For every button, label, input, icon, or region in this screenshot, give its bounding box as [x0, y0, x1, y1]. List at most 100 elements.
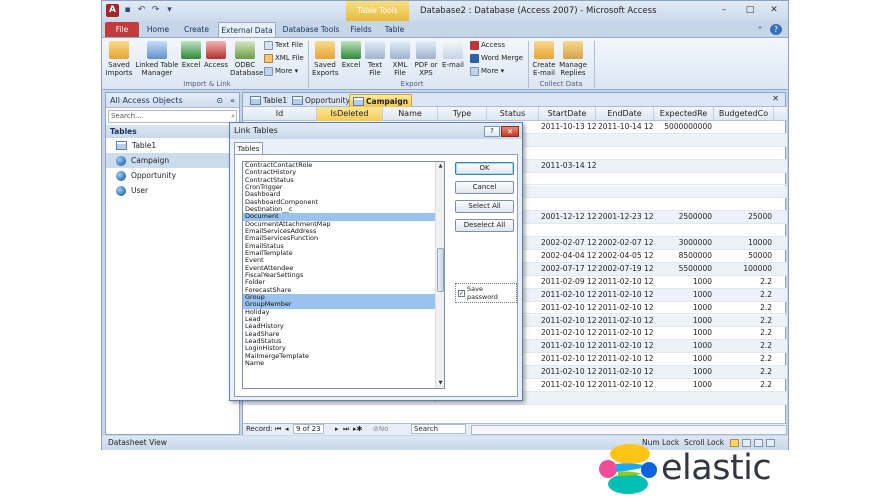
table-cell[interactable]: 10000	[714, 237, 774, 249]
list-scrollbar[interactable]: ▲ ▼	[435, 162, 444, 388]
export-excel-button[interactable]: Excel	[340, 41, 362, 69]
table-cell[interactable]: 2011-02-10 12:0	[596, 379, 654, 391]
table-cell[interactable]: 2500000	[654, 211, 714, 223]
search-icon[interactable]: ⌕	[231, 111, 235, 122]
table-cell[interactable]	[714, 198, 774, 210]
save-password-checkbox[interactable]: ✓ Save password	[455, 283, 517, 303]
nav-item-user[interactable]: User	[106, 183, 239, 198]
saved-imports-button[interactable]: Saved Imports	[105, 41, 133, 77]
column-header[interactable]: Type	[438, 107, 487, 121]
tab-fields[interactable]: Fields	[348, 22, 374, 37]
nav-item-table1[interactable]: Table1	[106, 138, 239, 153]
table-cell[interactable]	[596, 173, 654, 185]
list-item[interactable]: FiscalYearSettings	[243, 271, 435, 279]
list-item[interactable]: GroupMember	[243, 300, 435, 309]
table-cell[interactable]: 5500000	[654, 263, 714, 275]
close-doc-icon[interactable]: ✕	[772, 94, 779, 103]
linked-table-manager-button[interactable]: Linked Table Manager	[135, 41, 179, 77]
import-access-button[interactable]: Access	[204, 41, 228, 69]
table-cell[interactable]	[596, 198, 654, 210]
export-email-button[interactable]: E-mail	[441, 41, 465, 69]
table-cell[interactable]	[654, 160, 714, 172]
table-cell[interactable]: 2011-10-13 12:0	[539, 121, 596, 133]
table-cell[interactable]	[539, 173, 596, 185]
table-cell[interactable]	[714, 392, 774, 404]
table-cell[interactable]: 1000	[654, 379, 714, 391]
import-text-file-button[interactable]: Text File	[264, 41, 303, 50]
tab-file[interactable]: File	[105, 22, 139, 37]
table-cell[interactable]: 2011-02-10 12:0	[539, 340, 596, 352]
dialog-help-button[interactable]: ?	[484, 126, 500, 137]
table-cell[interactable]: 2011-02-10 12:0	[596, 289, 654, 301]
next-record-icon[interactable]: ▸	[335, 424, 339, 435]
table-cell[interactable]	[714, 121, 774, 133]
scroll-thumb[interactable]	[437, 248, 444, 292]
save-icon[interactable]: ▪	[122, 5, 133, 16]
table-cell[interactable]	[714, 224, 774, 236]
deselect-all-button[interactable]: Deselect All	[455, 219, 514, 232]
last-record-icon[interactable]: ⏭	[343, 424, 349, 435]
table-cell[interactable]: 2.2	[714, 289, 774, 301]
tables-listbox[interactable]: ContractContactRole ContractHistory Contra…	[242, 161, 445, 389]
table-cell[interactable]: 2.2	[714, 276, 774, 288]
table-cell[interactable]	[539, 134, 596, 146]
table-cell[interactable]: 2011-02-10 12:0	[539, 315, 596, 327]
list-item[interactable]: Holiday	[243, 308, 435, 316]
minimize-button[interactable]: –	[716, 4, 732, 16]
table-cell[interactable]: 2011-10-14 12:0	[596, 121, 654, 133]
table-cell[interactable]: 2002-04-05 12:0	[596, 250, 654, 262]
scroll-down-icon[interactable]: ▼	[436, 379, 444, 388]
import-more-button[interactable]: More ▾	[264, 67, 298, 76]
ok-button[interactable]: OK	[455, 162, 514, 175]
table-cell[interactable]: 2011-02-10 12:0	[596, 353, 654, 365]
word-merge-button[interactable]: Word Merge	[470, 54, 523, 63]
nav-collapse-icon[interactable]: «	[230, 93, 235, 108]
nav-item-opportunity[interactable]: Opportunity	[106, 168, 239, 183]
export-more-button[interactable]: More ▾	[470, 67, 504, 76]
table-cell[interactable]: 1000	[654, 340, 714, 352]
table-cell[interactable]: 2011-02-10 12:0	[539, 353, 596, 365]
column-header[interactable]: Name	[383, 107, 438, 121]
filter-indicator[interactable]: ⊘ No Filter	[373, 424, 396, 444]
list-item[interactable]: ForecastShare	[243, 286, 435, 294]
table-cell[interactable]: 2011-02-10 12:0	[596, 340, 654, 352]
table-cell[interactable]: 2002-04-04 12:0	[539, 250, 596, 262]
column-header[interactable]: ExpectedRe	[654, 107, 714, 121]
tab-create[interactable]: Create	[180, 22, 213, 37]
column-header[interactable]: EndDate	[596, 107, 654, 121]
export-access-button[interactable]: Access	[470, 41, 505, 50]
first-record-icon[interactable]: ⏮	[275, 424, 281, 435]
table-cell[interactable]: 2011-02-10 12:0	[596, 366, 654, 378]
table-cell[interactable]: 2002-02-07 12:0	[596, 237, 654, 249]
table-cell[interactable]	[714, 173, 774, 185]
table-cell[interactable]	[654, 186, 714, 198]
prev-record-icon[interactable]: ◂	[285, 424, 289, 435]
nav-search-input[interactable]: Search... ⌕	[108, 110, 237, 123]
nav-item-campaign[interactable]: Campaign	[106, 153, 239, 168]
column-header[interactable]: BudgetedCo	[714, 107, 774, 121]
dialog-close-button[interactable]: ✕	[501, 126, 519, 137]
table-cell[interactable]	[714, 160, 774, 172]
table-cell[interactable]	[539, 198, 596, 210]
list-item[interactable]: EmailTemplate	[243, 249, 435, 257]
table-cell[interactable]	[654, 392, 714, 404]
table-cell[interactable]: 3000000	[654, 237, 714, 249]
table-cell[interactable]	[596, 160, 654, 172]
table-cell[interactable]	[654, 147, 714, 159]
import-xml-file-button[interactable]: XML File	[264, 54, 304, 63]
customize-qat-icon[interactable]: ▾	[164, 5, 175, 16]
table-cell[interactable]: 2002-07-17 12:0	[539, 263, 596, 275]
odbc-database-button[interactable]: ODBC Database	[230, 41, 263, 77]
table-cell[interactable]: 1000	[654, 366, 714, 378]
table-cell[interactable]: 2.2	[714, 366, 774, 378]
access-app-icon[interactable]: A	[106, 4, 119, 17]
table-cell[interactable]: 2011-02-10 12:0	[596, 327, 654, 339]
table-cell[interactable]: 2011-02-10 12:0	[596, 315, 654, 327]
table-cell[interactable]: 2011-02-10 12:0	[539, 379, 596, 391]
table-cell[interactable]: 50000	[714, 250, 774, 262]
table-cell[interactable]	[654, 173, 714, 185]
tab-home[interactable]: Home	[144, 22, 172, 37]
table-cell[interactable]: 2011-03-14 12:0	[539, 160, 596, 172]
tab-external-data[interactable]: External Data	[218, 22, 276, 37]
scroll-up-icon[interactable]: ▲	[436, 162, 444, 171]
